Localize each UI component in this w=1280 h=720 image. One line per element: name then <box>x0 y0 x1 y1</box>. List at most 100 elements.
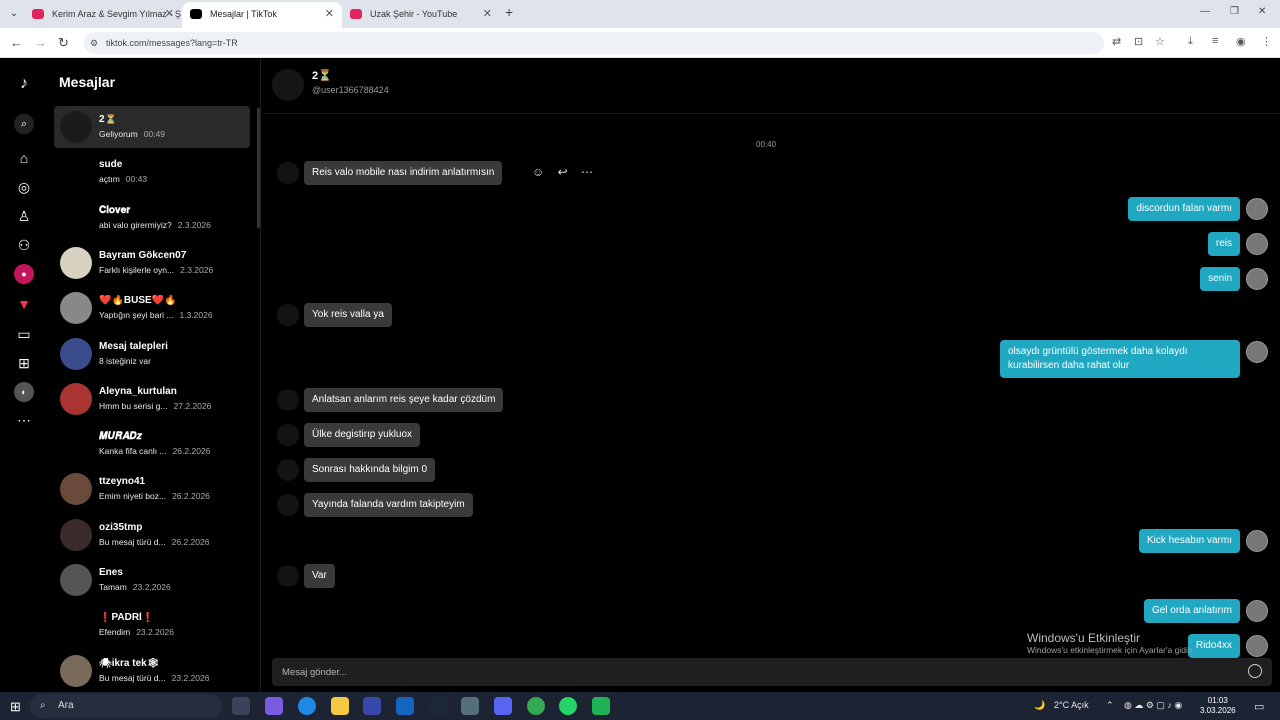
site-info-icon[interactable]: ⚙ <box>90 32 98 54</box>
tiktok-nav-rail: ♪ ⌕ ⌂ ◎ ♙ ⚇ ● ▼ ▭ ⊞ ◐ ⋯ <box>0 58 48 692</box>
start-icon[interactable]: ⊞ <box>10 699 21 715</box>
back-icon[interactable]: ← <box>10 35 23 50</box>
browser-tab-2[interactable]: Mesajlar | TikTok ✕ <box>182 2 342 28</box>
incoming-message[interactable]: Yok reis valla ya <box>304 303 392 327</box>
more-options-icon[interactable]: ⋯ <box>581 165 593 179</box>
chat-avatar[interactable] <box>272 69 304 101</box>
outgoing-message[interactable]: reis <box>1207 232 1240 256</box>
emoji-icon[interactable] <box>1248 664 1262 678</box>
reply-icon[interactable]: ↩ <box>558 165 568 179</box>
conversation-item[interactable]: sude açtım 00:43 <box>54 151 250 193</box>
install-app-icon[interactable]: ⊡ <box>1134 35 1143 48</box>
messages-icon[interactable]: ▼ <box>14 294 34 314</box>
conversation-item[interactable]: ❤️🔥BUSE❤️🔥 Yaptığın şeyi bari ... 1.3.2026 <box>54 287 250 329</box>
outgoing-message[interactable]: discordun falan varmı <box>1128 197 1240 221</box>
settings-icon[interactable] <box>461 697 479 715</box>
tab-search-icon[interactable]: ⌄ <box>6 6 22 22</box>
incoming-message[interactable]: Var <box>304 564 335 588</box>
incoming-message[interactable]: Anlatsan anlarım reis şeye kadar çözdüm <box>304 388 504 412</box>
outgoing-message[interactable]: Gel orda anlatırım <box>1143 599 1240 623</box>
home-icon[interactable]: ⌂ <box>14 148 34 168</box>
search-icon[interactable]: ⌕ <box>14 114 34 134</box>
browser-tab-1[interactable]: Kerim Araz & Sevgim Yılmaz - Ş ✕ <box>24 2 182 28</box>
conversation-name: ❗PADRİ❗ <box>99 612 155 624</box>
live-icon[interactable]: ● <box>14 264 34 284</box>
conversation-item[interactable]: ❗PADRİ❗ Efendim 23.2.2026 <box>54 604 250 646</box>
conversation-item[interactable]: Enes Tamam 23.2.2026 <box>54 559 250 601</box>
browser-tab-3[interactable]: Uzak Şehir - YouTube ✕ <box>342 2 500 28</box>
close-tab-icon[interactable]: ✕ <box>325 2 334 26</box>
react-icon[interactable]: ☺ <box>532 165 544 179</box>
store-icon[interactable] <box>363 697 381 715</box>
incoming-message[interactable]: Sonrası hakkında bilgim 0 <box>304 458 436 482</box>
conversation-item[interactable]: Mesaj talepleri 8 isteğiniz var <box>54 333 250 375</box>
conversation-item[interactable]: 𝐂𝐥𝐨𝐯𝐞𝐫 abi valo girermiyiz? 2.3.2026 <box>54 197 250 239</box>
edge-icon[interactable] <box>298 697 316 715</box>
menu-dots-icon[interactable]: ⋮ <box>1261 35 1272 48</box>
outgoing-message[interactable]: Rido4xx <box>1187 634 1240 658</box>
incoming-message[interactable]: Ülke degistirıp yukluox <box>304 423 421 447</box>
reload-icon[interactable]: ↻ <box>58 35 69 51</box>
conversation-preview-row: Farklı kişilerle oyn... 2.3.2026 <box>99 265 213 275</box>
conversation-item[interactable]: Bayram Gökcen07 Farklı kişilerle oyn... 2.… <box>54 242 250 284</box>
conversation-item[interactable]: ozi35tmp Bu mesaj türü d... 26.2.2026 <box>54 514 250 556</box>
restore-icon[interactable]: ❐ <box>1230 6 1239 17</box>
new-tab-icon[interactable]: + <box>505 4 513 20</box>
minimize-icon[interactable]: — <box>1200 6 1210 17</box>
conversation-preview-row: Hmm bu serisi g... 27.2.2026 <box>99 401 211 411</box>
tray-apps-icon[interactable]: ◍ ☁ ⚙ ▢ ♪ ◉ <box>1124 700 1182 711</box>
discord-icon[interactable] <box>494 697 512 715</box>
conversation-item[interactable]: 2⏳ Geliyorum 00:49 <box>54 106 250 148</box>
explore-icon[interactable]: ◎ <box>14 177 34 197</box>
notifications-icon[interactable]: ▭ <box>1254 700 1264 713</box>
show-hidden-icons-icon[interactable]: ⌃ <box>1106 700 1114 711</box>
address-bar-row: ← → ↻ ⚙ tiktok.com/messages?lang=tr-TR ⇄… <box>0 28 1280 58</box>
downloads-icon[interactable]: ⤓ <box>1188 35 1193 48</box>
conversation-item[interactable]: 𝑴𝑼𝑹𝑨𝑫𝒛 Kanka fifa canlı ... 26.2.2026 <box>54 423 250 465</box>
more-icon[interactable]: ⋯ <box>14 410 34 430</box>
taskbar-search[interactable]: ⌕ Ara <box>30 694 222 718</box>
chat-contact-name[interactable]: 2⏳ <box>312 69 332 82</box>
weather-text[interactable]: 2°C Açık <box>1054 700 1089 710</box>
friends-icon[interactable]: ⚇ <box>14 235 34 255</box>
file-explorer-icon[interactable] <box>331 697 349 715</box>
mail-icon[interactable] <box>396 697 414 715</box>
task-view-icon[interactable] <box>232 697 250 715</box>
own-avatar <box>1246 198 1268 220</box>
conversation-item[interactable]: Aleyna_kurtulan Hmm bu serisi g... 27.2.20… <box>54 378 250 420</box>
profile-avatar-icon[interactable]: ◐ <box>14 382 34 402</box>
upload-icon[interactable]: ⊞ <box>14 353 34 373</box>
conversation-preview: Yaptığın şeyi bari ... <box>99 310 174 321</box>
steam-icon[interactable] <box>429 697 447 715</box>
app-icon[interactable] <box>592 697 610 715</box>
sender-avatar <box>277 389 299 411</box>
chat-username[interactable]: @user1366788424 <box>312 85 389 95</box>
translate-icon[interactable]: ⇄ <box>1112 35 1121 48</box>
incoming-message[interactable]: Yayında falanda vardım takipteyim <box>304 493 473 517</box>
tiktok-logo-icon[interactable]: ♪ <box>14 74 34 94</box>
close-tab-icon[interactable]: ✕ <box>165 2 174 26</box>
conversation-name: 𝑴𝑼𝑹𝑨𝑫𝒛 <box>99 431 143 443</box>
chrome-icon[interactable] <box>527 697 545 715</box>
activity-icon[interactable]: ▭ <box>14 324 34 344</box>
close-tab-icon[interactable]: ✕ <box>483 2 492 26</box>
whatsapp-icon[interactable] <box>559 697 577 715</box>
bookmark-star-icon[interactable]: ☆ <box>1155 35 1165 48</box>
url-field[interactable]: ⚙ tiktok.com/messages?lang=tr-TR <box>84 32 1104 54</box>
outgoing-message[interactable]: olsaydı grüntülü göstermek daha kolaydı … <box>1000 340 1240 378</box>
outgoing-message[interactable]: senin <box>1200 267 1240 291</box>
profile-icon[interactable]: ◉ <box>1236 35 1246 48</box>
conversation-scrollbar[interactable] <box>257 108 260 228</box>
message-input[interactable] <box>282 664 1222 680</box>
forward-icon[interactable]: → <box>34 35 47 50</box>
outgoing-message[interactable]: Kick hesabın varmı <box>1138 529 1240 553</box>
incoming-message[interactable]: Reis valo mobile nası indirim anlatırmıs… <box>304 161 503 185</box>
conversation-item[interactable]: ttzeyno41 Emim niyeti boz... 26.2.2026 <box>54 468 250 510</box>
following-icon[interactable]: ♙ <box>14 206 34 226</box>
extensions-icon[interactable]: ≡ <box>1212 35 1218 47</box>
weather-icon[interactable]: 🌙 <box>1034 700 1045 711</box>
taskbar-clock[interactable]: 01:03 3.03.2026 <box>1200 696 1236 716</box>
close-window-icon[interactable]: ✕ <box>1258 6 1266 17</box>
conversation-item[interactable]: 🕷ikra tek🕸 Bu mesaj türü d... 23.2.2026 <box>54 650 250 692</box>
copilot-icon[interactable] <box>265 697 283 715</box>
